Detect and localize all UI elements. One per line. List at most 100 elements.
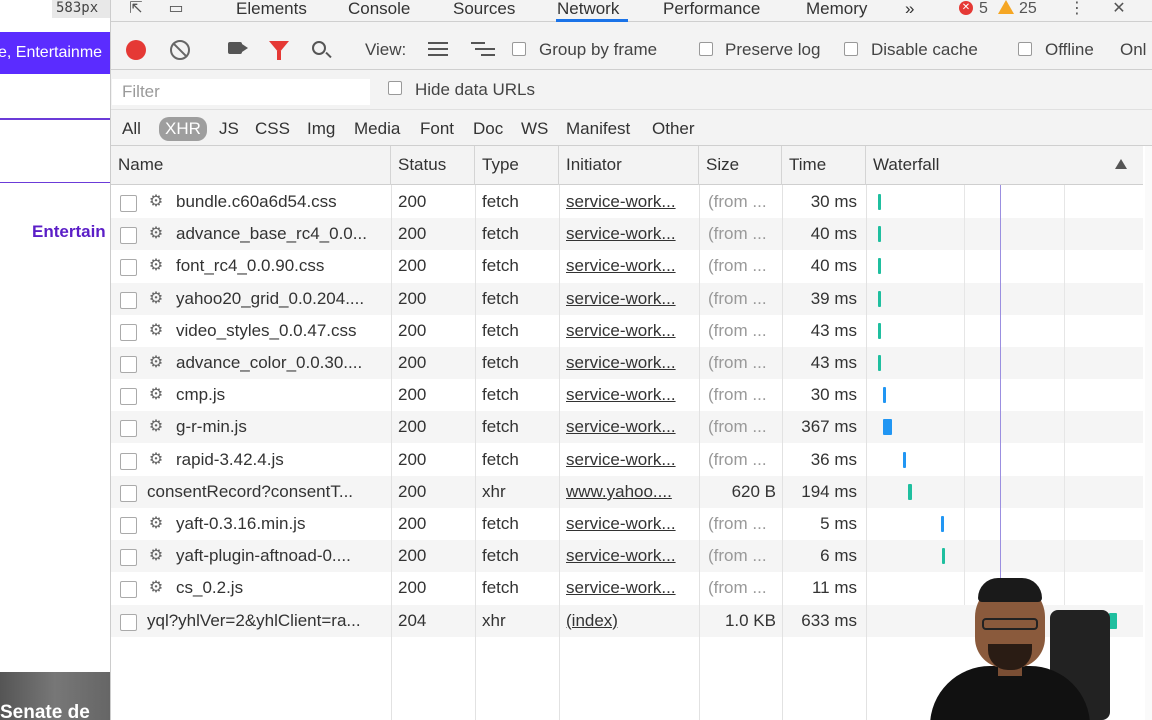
request-initiator[interactable]: service-work... (566, 540, 692, 572)
screenshot-camera-icon[interactable] (228, 42, 248, 54)
request-initiator[interactable]: service-work... (566, 283, 692, 315)
record-button[interactable] (126, 40, 146, 60)
type-filter-js[interactable]: JS (219, 117, 239, 141)
request-name[interactable]: bundle.c60a6d54.css (176, 186, 383, 218)
table-row[interactable]: ⚙ advance_color_0.0.30.... 200 fetch service… (111, 347, 1143, 379)
row-checkbox[interactable] (120, 452, 137, 470)
waterfall-bar[interactable] (878, 290, 881, 307)
page-banner[interactable]: e, Entertainme (0, 32, 110, 74)
column-time[interactable]: Time (782, 146, 866, 185)
column-status[interactable]: Status (391, 146, 475, 185)
request-initiator[interactable]: service-work... (566, 444, 692, 476)
row-checkbox[interactable] (120, 517, 137, 534)
tab-performance[interactable]: Performance (663, 0, 760, 22)
request-name[interactable]: g-r-min.js (176, 411, 383, 443)
article-headline[interactable]: Senate de (0, 702, 90, 720)
request-initiator[interactable]: service-work... (566, 572, 692, 604)
entertainment-link[interactable]: Entertain (32, 222, 106, 242)
device-toolbar-icon[interactable]: ▭ (167, 0, 185, 18)
row-checkbox[interactable] (120, 484, 137, 502)
table-row[interactable]: consentRecord?consentT... 200 xhr www.yahoo… (111, 475, 1143, 508)
clear-button[interactable] (170, 40, 190, 60)
type-filter-doc[interactable]: Doc (473, 117, 503, 141)
request-name[interactable]: consentRecord?consentT... (147, 476, 383, 508)
request-name[interactable]: cmp.js (176, 379, 383, 411)
request-name[interactable]: yql?yhlVer=2&yhlClient=ra... (147, 605, 383, 637)
waterfall-bar[interactable] (941, 516, 944, 532)
column-size[interactable]: Size (699, 146, 782, 185)
request-initiator[interactable]: service-work... (566, 411, 692, 443)
request-name[interactable]: video_styles_0.0.47.css (176, 315, 383, 347)
row-checkbox[interactable] (120, 227, 137, 245)
tab-elements[interactable]: Elements (236, 0, 307, 22)
search-icon[interactable] (312, 41, 326, 55)
table-row[interactable]: ⚙ yahoo20_grid_0.0.204.... 200 fetch service… (111, 282, 1143, 315)
row-checkbox[interactable] (120, 388, 137, 406)
table-row[interactable]: ⚙ font_rc4_0.0.90.css 200 fetch service-work… (111, 250, 1143, 282)
request-name[interactable]: yahoo20_grid_0.0.204.... (176, 283, 383, 315)
waterfall-bar[interactable] (908, 483, 912, 500)
large-rows-icon[interactable] (428, 42, 448, 56)
tab-console[interactable]: Console (348, 0, 410, 22)
request-initiator[interactable]: service-work... (566, 250, 692, 282)
table-row[interactable]: ⚙ yaft-plugin-aftnoad-0.... 200 fetch servic… (111, 540, 1143, 573)
online-throttle-select[interactable]: Onl (1120, 40, 1146, 60)
row-checkbox[interactable] (120, 420, 137, 438)
request-name[interactable]: advance_color_0.0.30.... (176, 347, 383, 379)
row-checkbox[interactable] (120, 195, 137, 212)
type-filter-css[interactable]: CSS (255, 117, 290, 141)
request-name[interactable]: yaft-plugin-aftnoad-0.... (176, 540, 383, 572)
more-tabs-icon[interactable]: » (905, 0, 914, 22)
kebab-menu-icon[interactable]: ⋮ (1068, 0, 1086, 18)
type-filter-manifest[interactable]: Manifest (566, 117, 630, 141)
column-type[interactable]: Type (475, 146, 559, 185)
close-icon[interactable]: ✕ (1110, 0, 1128, 18)
row-checkbox[interactable] (120, 323, 137, 341)
table-row[interactable]: ⚙ advance_base_rc4_0.0... 200 fetch service-… (111, 218, 1143, 251)
column-initiator[interactable]: Initiator (559, 146, 699, 185)
tab-memory[interactable]: Memory (806, 0, 867, 22)
request-name[interactable]: font_rc4_0.0.90.css (176, 250, 383, 282)
error-count[interactable]: 5 (979, 0, 988, 18)
overview-icon[interactable] (471, 42, 495, 56)
request-initiator[interactable]: service-work... (566, 218, 692, 250)
request-name[interactable]: cs_0.2.js (176, 572, 383, 604)
type-filter-media[interactable]: Media (354, 117, 400, 141)
waterfall-bar[interactable] (903, 451, 906, 468)
row-checkbox[interactable] (120, 581, 137, 599)
waterfall-bar[interactable] (878, 322, 881, 339)
row-checkbox[interactable] (120, 549, 137, 567)
type-filter-ws[interactable]: WS (521, 117, 548, 141)
column-name[interactable]: Name (111, 146, 391, 185)
offline-checkbox[interactable] (1018, 42, 1032, 56)
request-name[interactable]: rapid-3.42.4.js (176, 444, 383, 476)
hide-data-urls-checkbox[interactable] (388, 81, 402, 95)
type-filter-font[interactable]: Font (420, 117, 454, 141)
waterfall-bar[interactable] (942, 548, 945, 565)
request-initiator[interactable]: service-work... (566, 347, 692, 379)
filter-input[interactable] (112, 79, 370, 105)
warning-icon[interactable] (998, 0, 1014, 14)
warning-count[interactable]: 25 (1019, 0, 1037, 18)
tab-sources[interactable]: Sources (453, 0, 515, 22)
waterfall-bar[interactable] (878, 355, 881, 371)
error-icon[interactable]: ✕ (959, 1, 973, 15)
request-initiator[interactable]: (index) (566, 605, 692, 637)
column-waterfall[interactable]: Waterfall (866, 146, 1143, 185)
vertical-scrollbar[interactable] (1145, 146, 1152, 720)
waterfall-bar[interactable] (878, 226, 881, 243)
disable-cache-checkbox[interactable] (844, 42, 858, 56)
sort-ascending-icon[interactable] (1115, 159, 1127, 169)
type-filter-all[interactable]: All (122, 117, 141, 141)
request-name[interactable]: yaft-0.3.16.min.js (176, 508, 383, 540)
preserve-log-checkbox[interactable] (699, 42, 713, 56)
request-initiator[interactable]: service-work... (566, 379, 692, 411)
waterfall-bar[interactable] (883, 419, 892, 436)
request-initiator[interactable]: www.yahoo.... (566, 476, 692, 508)
row-checkbox[interactable] (120, 613, 137, 631)
row-checkbox[interactable] (120, 259, 137, 277)
table-row[interactable]: ⚙ bundle.c60a6d54.css 200 fetch service-work… (111, 186, 1143, 218)
inspect-element-icon[interactable]: ⇱ (127, 0, 145, 18)
request-name[interactable]: advance_base_rc4_0.0... (176, 218, 383, 250)
request-initiator[interactable]: service-work... (566, 186, 692, 218)
